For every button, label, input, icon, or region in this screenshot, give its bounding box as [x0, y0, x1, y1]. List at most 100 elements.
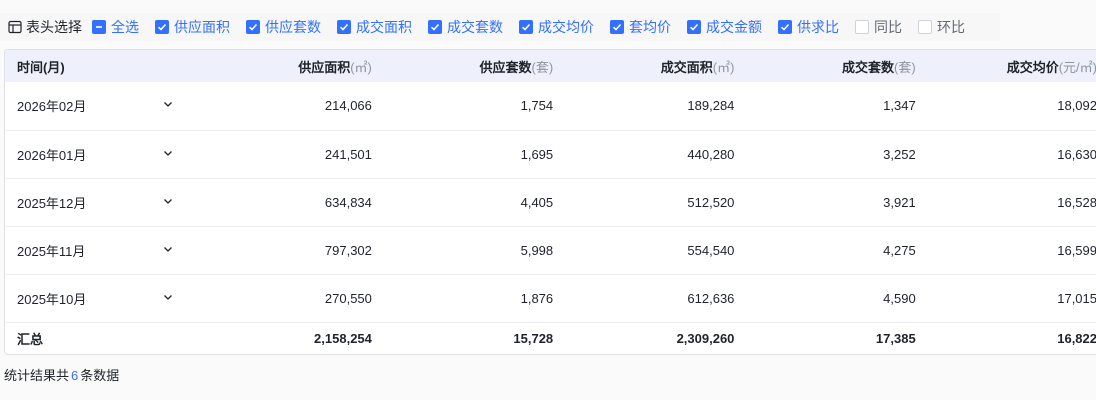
- column-header-2[interactable]: 供应套数(套): [380, 50, 561, 82]
- chevron-down-icon[interactable]: [162, 98, 174, 113]
- value-cell: 554,540: [687, 242, 735, 258]
- column-picker[interactable]: 表头选择: [8, 17, 82, 37]
- value-cell: 634,834: [324, 194, 372, 210]
- value-cell: 189,284: [687, 98, 735, 114]
- column-header-name: 成交套数: [842, 59, 895, 75]
- data-table: 时间(月) 供应面积(㎡) 供应套数(套) 成交面积(㎡) 成交套数(套) 成交均价(元/…: [4, 49, 1096, 355]
- table-row: 2025年12月 634,834 4,405 512,520 3,921 16,528: [5, 178, 1096, 226]
- month-label: 2025年12月: [17, 195, 87, 211]
- check-icon: [155, 20, 169, 34]
- checkbox-9[interactable]: 同比: [855, 17, 902, 37]
- column-header-1[interactable]: 供应面积(㎡): [190, 50, 380, 82]
- value-cell: 241,501: [324, 146, 372, 162]
- column-header-name: 供应面积: [298, 59, 351, 75]
- value-cell: 18,092: [1057, 98, 1096, 114]
- month-cell-content: 2025年11月: [17, 241, 182, 260]
- month-cell-content: 2025年12月: [17, 193, 182, 212]
- column-header-unit: (㎡): [350, 59, 372, 75]
- checkbox-label: 供求比: [797, 19, 839, 35]
- value-cell: 612,636: [687, 290, 735, 306]
- chevron-down-icon[interactable]: [162, 243, 174, 258]
- indeterminate-icon: [92, 20, 106, 34]
- checkbox-7[interactable]: 成交金额: [687, 17, 762, 37]
- column-header-name: 成交均价: [1006, 59, 1059, 75]
- checkbox-1[interactable]: 供应面积: [155, 17, 230, 37]
- column-picker-label: 表头选择: [26, 19, 82, 35]
- result-summary: 统计结果共 6 条数据: [4, 365, 119, 384]
- value-cell: 16,528: [1057, 194, 1096, 210]
- empty-checkbox-icon: [918, 20, 932, 34]
- column-header-unit: (元/㎡): [1058, 59, 1096, 75]
- value-cell: 4,405: [520, 194, 554, 210]
- column-header-name: 供应套数: [479, 59, 532, 75]
- table-row: 2026年02月 214,066 1,754 189,284 1,347 18,092: [5, 82, 1096, 130]
- result-prefix: 统计结果共: [4, 368, 70, 383]
- column-header-unit: (㎡): [712, 59, 735, 75]
- value-cell: 1,876: [520, 290, 554, 306]
- checkbox-8[interactable]: 供求比: [778, 17, 839, 37]
- column-toolbar: 表头选择 全选 供应面积 供应套数 成交面积 成交套数 成交均价 套均价 成交金额 供求比 同比 环…: [0, 13, 1000, 41]
- column-header-unit: (套): [894, 59, 916, 75]
- value-cell: 214,066: [324, 98, 372, 114]
- column-header-3[interactable]: 成交面积(㎡): [561, 50, 742, 82]
- checkbox-2[interactable]: 供应套数: [246, 17, 321, 37]
- table-header-row: 时间(月) 供应面积(㎡) 供应套数(套) 成交面积(㎡) 成交套数(套) 成交均价(元/…: [5, 50, 1096, 82]
- check-icon: [778, 20, 792, 34]
- month-cell-content: 2025年10月: [17, 289, 182, 308]
- value-cell: 17,015: [1057, 290, 1096, 306]
- total-value-cell: 2,309,260: [676, 330, 735, 346]
- checkbox-6[interactable]: 套均价: [610, 17, 671, 37]
- checkbox-10[interactable]: 环比: [918, 17, 965, 37]
- month-label: 2025年10月: [17, 291, 87, 307]
- value-cell: 440,280: [687, 146, 735, 162]
- total-value-cell: 16,822: [1057, 330, 1096, 346]
- checkbox-label: 成交金额: [706, 19, 762, 35]
- column-checkbox-list: 全选 供应面积 供应套数 成交面积 成交套数 成交均价 套均价 成交金额 供求比 同比 环比: [92, 17, 981, 37]
- checkbox-label: 同比: [874, 19, 902, 35]
- value-cell: 5,998: [520, 242, 554, 258]
- column-header-4[interactable]: 成交套数(套): [742, 50, 923, 82]
- value-cell: 1,754: [520, 98, 554, 114]
- table-row: 2025年11月 797,302 5,998 554,540 4,275 16,599: [5, 226, 1096, 274]
- check-icon: [687, 20, 701, 34]
- value-cell: 16,599: [1057, 242, 1096, 258]
- column-header-5[interactable]: 成交均价(元/㎡): [924, 50, 1096, 82]
- checkbox-label: 环比: [937, 19, 965, 35]
- check-icon: [519, 20, 533, 34]
- check-icon: [428, 20, 442, 34]
- month-cell-content: 2026年02月: [17, 96, 182, 115]
- value-cell: 3,252: [883, 146, 916, 162]
- total-value-cell: 15,728: [513, 330, 554, 346]
- month-cell: 2026年02月: [5, 82, 190, 130]
- checkbox-5[interactable]: 成交均价: [519, 17, 594, 37]
- column-header-name: 时间(月): [17, 59, 65, 75]
- month-cell: 2025年11月: [5, 226, 190, 274]
- checkbox-0[interactable]: 全选: [92, 17, 139, 37]
- checkbox-3[interactable]: 成交面积: [337, 17, 412, 37]
- value-cell: 3,921: [883, 194, 916, 210]
- chevron-down-icon[interactable]: [162, 147, 174, 162]
- checkbox-label: 供应套数: [265, 19, 321, 35]
- checkbox-label: 全选: [111, 19, 139, 35]
- checkbox-label: 供应面积: [174, 19, 230, 35]
- table-row: 2026年01月 241,501 1,695 440,280 3,252 16,630: [5, 130, 1096, 178]
- chevron-down-icon[interactable]: [162, 195, 174, 210]
- column-header-0[interactable]: 时间(月): [5, 50, 190, 82]
- month-label: 2025年11月: [17, 243, 86, 259]
- value-cell: 1,695: [520, 146, 554, 162]
- month-cell: 2025年12月: [5, 178, 190, 226]
- table-columns-icon: [8, 20, 22, 34]
- month-cell: 2025年10月: [5, 274, 190, 322]
- checkbox-4[interactable]: 成交套数: [428, 17, 503, 37]
- value-cell: 4,275: [883, 242, 916, 258]
- column-header-name: 成交面积: [660, 59, 713, 75]
- chevron-down-icon[interactable]: [162, 291, 174, 306]
- check-icon: [246, 20, 260, 34]
- table-row: 2025年10月 270,550 1,876 612,636 4,590 17,015: [5, 274, 1096, 322]
- total-value-cell: 17,385: [875, 330, 916, 346]
- check-icon: [337, 20, 351, 34]
- total-value-cell: 2,158,254: [314, 330, 372, 346]
- value-cell: 16,630: [1057, 146, 1096, 162]
- value-cell: 1,347: [883, 98, 916, 114]
- value-cell: 512,520: [687, 194, 735, 210]
